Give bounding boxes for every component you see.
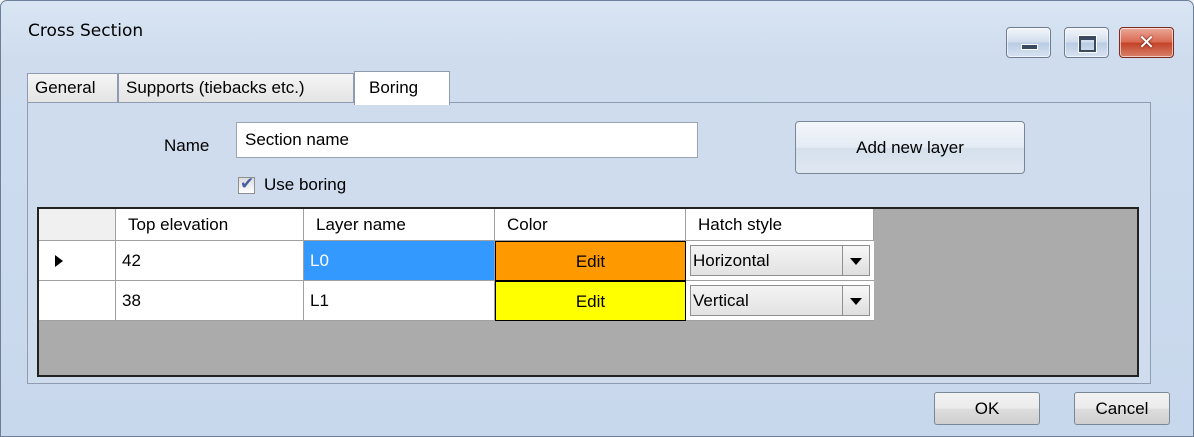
chevron-down-icon[interactable] [842, 286, 869, 315]
tab-general[interactable]: General [27, 73, 118, 103]
current-row-icon [55, 255, 63, 267]
use-boring-label: Use boring [264, 175, 347, 194]
column-header-layer-name[interactable]: Layer name [304, 209, 495, 241]
tab-boring[interactable]: Boring [354, 71, 450, 105]
minimize-button[interactable] [1006, 27, 1051, 58]
close-button[interactable]: ✕ [1119, 27, 1174, 58]
grid-corner-header [39, 209, 116, 241]
layers-grid[interactable]: Top elevation Layer name Color Hatch sty… [37, 207, 1139, 377]
boring-tab-panel: Name Section name Add new layer ✔ Use bo… [27, 102, 1151, 384]
column-header-hatch-style[interactable]: Hatch style [686, 209, 874, 241]
cell-layer-name[interactable]: L0 [304, 241, 495, 281]
hatch-style-value: Vertical [693, 291, 749, 310]
cell-top-elevation[interactable]: 38 [116, 281, 304, 321]
row-header-1[interactable] [39, 241, 116, 281]
chevron-down-icon[interactable] [842, 246, 869, 275]
tab-supports[interactable]: Supports (tiebacks etc.) [118, 73, 354, 103]
cell-top-elevation[interactable]: 42 [116, 241, 304, 281]
cell-color-edit-button[interactable]: Edit [495, 241, 686, 281]
checkmark-icon: ✔ [240, 173, 255, 193]
close-icon: ✕ [1138, 30, 1155, 54]
cell-layer-name[interactable]: L1 [304, 281, 495, 321]
maximize-button[interactable] [1064, 27, 1109, 58]
cancel-button[interactable]: Cancel [1074, 392, 1170, 425]
hatch-style-combo[interactable]: Horizontal [690, 245, 870, 276]
cross-section-window: Cross Section ✕ General Supports (tiebac… [0, 0, 1194, 437]
maximize-icon [1079, 36, 1096, 52]
cell-hatch-style-dropdown[interactable]: Horizontal [686, 241, 874, 281]
minimize-icon [1021, 44, 1038, 50]
row-header-2[interactable] [39, 281, 116, 321]
window-title: Cross Section [28, 21, 144, 41]
use-boring-option[interactable]: ✔ Use boring [238, 173, 347, 195]
add-new-layer-button[interactable]: Add new layer [795, 121, 1025, 174]
hatch-style-combo[interactable]: Vertical [690, 285, 870, 316]
hatch-style-value: Horizontal [693, 251, 770, 270]
use-boring-checkbox[interactable]: ✔ [238, 173, 255, 194]
column-header-top-elevation[interactable]: Top elevation [116, 209, 304, 241]
cell-color-edit-button[interactable]: Edit [495, 281, 686, 321]
section-name-input[interactable]: Section name [236, 122, 698, 158]
column-header-color[interactable]: Color [495, 209, 686, 241]
name-label: Name [164, 136, 210, 155]
ok-button[interactable]: OK [934, 392, 1040, 425]
title-bar[interactable]: Cross Section ✕ [1, 1, 1193, 63]
cell-hatch-style-dropdown[interactable]: Vertical [686, 281, 874, 321]
